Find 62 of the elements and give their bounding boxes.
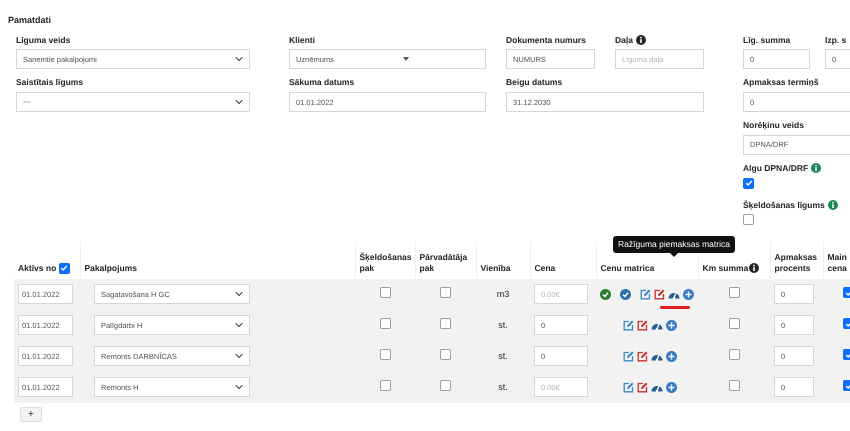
column-header: Pakalpojums	[84, 262, 137, 273]
unit-text: m3	[496, 288, 510, 298]
edit-icon[interactable]	[654, 288, 665, 300]
checkbox[interactable]	[380, 380, 390, 390]
checkbox[interactable]	[728, 318, 740, 328]
unit-text: st.	[498, 382, 508, 392]
field-label: Beigu datums	[506, 76, 562, 89]
field-label: Sākuma datums	[289, 76, 354, 89]
checkbox[interactable]	[728, 286, 740, 298]
unit-text: st.	[498, 320, 508, 330]
field-label: Norēķinu veids	[743, 119, 804, 132]
caret-icon	[403, 57, 409, 62]
field-label: Daļa	[615, 34, 633, 46]
info-icon[interactable]	[636, 34, 646, 45]
edit-icon[interactable]	[637, 382, 648, 393]
field-label: Dokumenta numurs	[506, 34, 586, 46]
tooltip: Ražīguma piemaksas matrica	[613, 236, 735, 253]
checkbox[interactable]	[728, 348, 740, 360]
section-title: Pamatdati	[8, 14, 52, 27]
check-circle-icon[interactable]	[600, 288, 611, 300]
checkbox[interactable]	[380, 286, 390, 298]
column-header: Km summa	[702, 262, 748, 273]
checkbox[interactable]	[440, 286, 451, 298]
column-header: Šķeldošanas pak	[360, 252, 412, 273]
checkbox[interactable]	[58, 262, 70, 274]
checkbox[interactable]	[380, 348, 390, 360]
info-icon[interactable]	[749, 263, 760, 274]
checkbox[interactable]	[440, 348, 451, 360]
column-header: Apmaksas procents	[774, 252, 818, 273]
column-header: Aktīvs no	[18, 262, 56, 272]
check-circle-icon[interactable]	[620, 288, 631, 300]
add-icon[interactable]	[683, 288, 694, 300]
field-label: Šķeldošanas līgums	[743, 198, 825, 212]
checkbox[interactable]	[743, 178, 754, 188]
field-label: Līguma veids	[16, 34, 70, 46]
checkbox[interactable]	[440, 380, 451, 390]
unit-text: st.	[498, 350, 508, 360]
column-header: Cena	[534, 262, 556, 273]
edit-icon[interactable]	[637, 350, 648, 362]
field-label: Algu DPNA/DRF	[743, 162, 808, 174]
field-label: Klienti	[289, 34, 315, 46]
field-label: Apmaksas termiņš	[743, 76, 819, 89]
column-header: Vienība	[480, 262, 511, 273]
column-header: Cenu matrica	[600, 262, 654, 273]
checkbox[interactable]	[380, 318, 390, 328]
column-header: Main cena	[828, 252, 847, 273]
add-button[interactable]: +	[20, 406, 42, 422]
add-icon[interactable]	[666, 320, 677, 331]
add-icon[interactable]	[666, 382, 677, 393]
edit-icon[interactable]	[623, 350, 634, 362]
edit-icon[interactable]	[623, 320, 634, 331]
checkbox[interactable]	[728, 380, 740, 390]
column-header: Pārvadātāja pak	[420, 252, 468, 273]
field-label: Saistītais līgums	[16, 76, 84, 89]
edit-icon[interactable]	[640, 288, 651, 300]
edit-icon[interactable]	[637, 320, 648, 331]
field-label: Līg. summa	[743, 34, 790, 46]
checkbox[interactable]	[743, 214, 754, 226]
field-label: Izp. s	[825, 34, 846, 46]
checkbox[interactable]	[440, 318, 451, 328]
edit-icon[interactable]	[623, 382, 634, 393]
add-icon[interactable]	[666, 350, 677, 362]
